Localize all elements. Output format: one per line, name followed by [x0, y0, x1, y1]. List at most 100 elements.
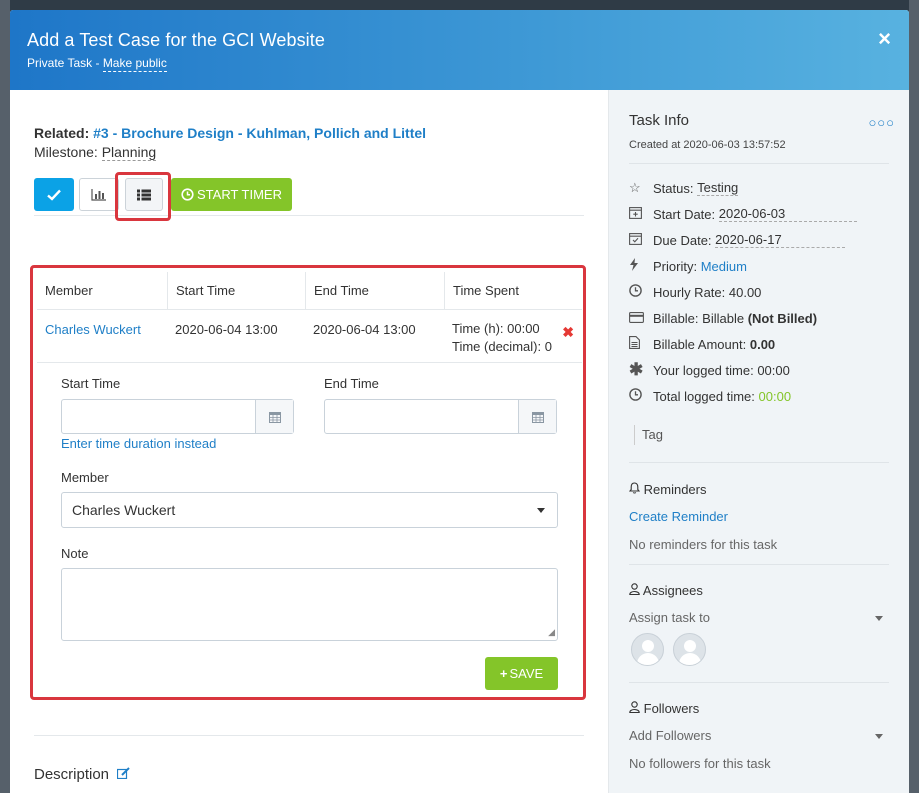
bell-icon	[628, 482, 644, 497]
page-backdrop-right	[909, 0, 919, 793]
time-duration-link[interactable]: Enter time duration instead	[61, 436, 216, 451]
related-label: Related:	[34, 125, 90, 141]
status-row: ☆ Status: Testing	[629, 175, 889, 201]
start-time-input[interactable]	[61, 399, 294, 434]
hourly-rate-label: Hourly Rate:	[653, 284, 726, 300]
status-label: Status:	[653, 180, 694, 196]
page-backdrop-left	[0, 0, 10, 793]
bar-chart-icon	[91, 189, 106, 201]
privacy-label: Private Task	[27, 56, 93, 70]
modal-subtitle: Private Task - Make public	[27, 56, 892, 72]
note-textarea[interactable]: ◢	[61, 568, 558, 641]
billable-amount-label: Billable Amount:	[653, 336, 747, 352]
start-time-label: Start Time	[61, 376, 121, 391]
resize-handle-icon[interactable]: ◢	[548, 627, 555, 638]
save-label: SAVE	[509, 666, 544, 681]
plus-icon: +	[499, 666, 508, 681]
create-reminder-link[interactable]: Create Reminder	[629, 509, 889, 524]
asterisk-icon: ✱	[629, 360, 644, 379]
description-label: Description	[34, 766, 110, 783]
start-timer-label: START TIMER	[197, 187, 282, 202]
followers-empty: No followers for this task	[629, 756, 771, 771]
task-info-title: Task Info ○○○	[629, 112, 894, 130]
status-value[interactable]: Testing	[697, 180, 739, 196]
timesheets-button[interactable]	[125, 178, 163, 211]
timesheet-form: Start Time End Time Enter time duration …	[37, 363, 582, 703]
sidebar-divider	[629, 682, 889, 683]
assignees-heading: Assignees	[629, 583, 889, 598]
close-icon[interactable]: ×	[878, 28, 891, 50]
list-icon	[137, 189, 151, 200]
hourly-rate-row: Hourly Rate: 40.00	[629, 279, 889, 305]
add-followers-select[interactable]: Add Followers	[629, 728, 889, 744]
total-logged-time-label: Total logged time:	[653, 388, 755, 404]
member-select[interactable]: Charles Wuckert	[61, 492, 558, 528]
calendar-plus-icon	[629, 206, 653, 222]
your-logged-time-label: Your logged time:	[653, 362, 754, 378]
priority-label: Priority:	[653, 258, 698, 274]
calendar-check-icon	[629, 232, 653, 248]
modal-title: Add a Test Case for the GCI Website	[27, 30, 325, 50]
start-timer-button[interactable]: START TIMER	[171, 178, 292, 211]
billable-row: Billable: Billable (Not Billed)	[629, 305, 889, 331]
assign-placeholder: Assign task to	[629, 610, 710, 625]
timesheet-panel: Member Start Time End Time Time Spent Ch…	[37, 271, 582, 703]
start-date-value[interactable]: 2020-06-03	[718, 206, 858, 222]
related-project-link[interactable]: #3 - Brochure Design - Kuhlman, Pollich …	[93, 125, 426, 141]
followers-placeholder: Add Followers	[629, 728, 712, 743]
avatar[interactable]	[673, 633, 706, 666]
save-button[interactable]: + SAVE	[485, 657, 558, 690]
task-info-list: ☆ Status: Testing Start Date: 2020-06-03…	[629, 175, 889, 409]
your-logged-time-row: ✱ Your logged time: 00:00	[629, 357, 889, 383]
star-icon: ☆	[629, 180, 641, 195]
milestone-label: Milestone:	[34, 144, 98, 160]
description-heading: Description	[34, 766, 130, 783]
tag-input[interactable]: Tag	[634, 425, 889, 445]
task-modal: Add a Test Case for the GCI Website Priv…	[10, 10, 909, 793]
column-start-time: Start Time	[167, 271, 305, 310]
sidebar-divider	[629, 462, 889, 463]
assign-task-select[interactable]: Assign task to	[629, 610, 889, 626]
task-toolbar: START TIMER	[34, 170, 584, 221]
start-date-label: Start Date:	[653, 206, 716, 222]
modal-header: Add a Test Case for the GCI Website Priv…	[10, 10, 909, 90]
calendar-icon[interactable]	[518, 400, 556, 433]
user-icon	[629, 701, 644, 716]
make-public-link[interactable]: Make public	[102, 56, 167, 72]
due-date-value[interactable]: 2020-06-17	[715, 232, 845, 248]
milestone-value[interactable]: Planning	[101, 144, 157, 161]
hourly-rate-value: 40.00	[728, 284, 762, 300]
task-info-heading: Task Info	[629, 112, 690, 129]
column-end-time: End Time	[305, 271, 444, 310]
description-divider	[34, 735, 584, 736]
edit-icon[interactable]	[117, 767, 130, 782]
avatar[interactable]	[631, 633, 664, 666]
check-icon	[47, 189, 61, 201]
mark-complete-button[interactable]	[34, 178, 74, 211]
more-options-icon[interactable]: ○○○	[868, 115, 895, 130]
end-time-input[interactable]	[324, 399, 557, 434]
timesheet-header: Member Start Time End Time Time Spent	[37, 271, 582, 310]
row-member-link[interactable]: Charles Wuckert	[37, 310, 167, 362]
file-icon	[629, 336, 653, 352]
billable-amount-row: Billable Amount: 0.00	[629, 331, 889, 357]
sidebar-divider	[629, 564, 889, 565]
column-member: Member	[45, 283, 93, 298]
followers-heading: Followers	[629, 701, 889, 716]
reminders-empty: No reminders for this task	[629, 537, 778, 552]
billed-state: (Not Billed)	[747, 310, 818, 326]
note-label: Note	[61, 546, 89, 561]
modal-body: Related: #3 - Brochure Design - Kuhlman,…	[10, 90, 909, 793]
due-date-row: Due Date: 2020-06-17	[629, 227, 889, 253]
delete-timesheet-icon[interactable]: ✖	[562, 324, 574, 341]
member-label: Member	[61, 470, 109, 485]
credit-card-icon	[629, 311, 653, 326]
caret-down-icon	[537, 508, 545, 513]
followers-title: Followers	[643, 701, 700, 716]
calendar-icon[interactable]	[255, 400, 293, 433]
priority-value[interactable]: Medium	[701, 259, 747, 274]
priority-row: Priority: Medium	[629, 253, 889, 279]
related-line: Related: #3 - Brochure Design - Kuhlman,…	[34, 125, 584, 141]
row-end-time: 2020-06-04 13:00	[313, 322, 416, 337]
statistics-button[interactable]	[79, 178, 119, 211]
